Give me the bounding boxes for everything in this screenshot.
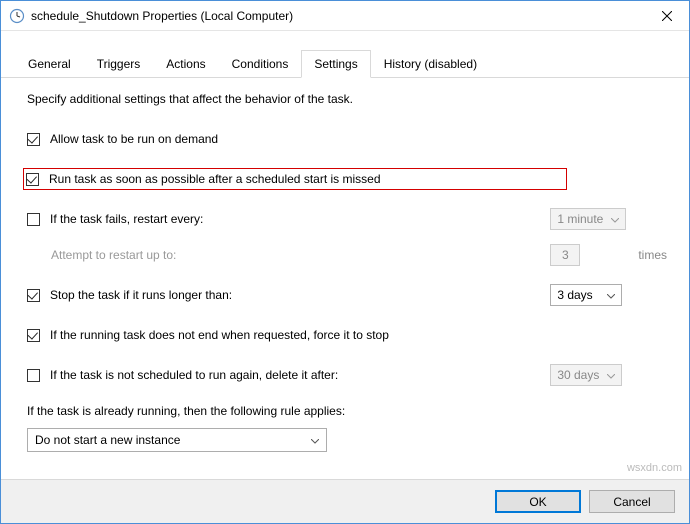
allow-on-demand-label: Allow task to be run on demand <box>50 132 218 146</box>
chevron-down-icon <box>607 288 615 302</box>
stop-duration-combo[interactable]: 3 days <box>550 284 622 306</box>
rule-label: If the task is already running, then the… <box>27 404 667 418</box>
checkbox-icon <box>27 213 40 226</box>
attempt-suffix: times <box>638 248 667 262</box>
attempt-label: Attempt to restart up to: <box>51 248 176 262</box>
stop-if-longer-checkbox[interactable]: Stop the task if it runs longer than: <box>27 288 232 302</box>
window-title: schedule_Shutdown Properties (Local Comp… <box>31 9 645 23</box>
checkbox-icon <box>27 133 40 146</box>
delete-after-combo: 30 days <box>550 364 622 386</box>
restart-if-fail-label: If the task fails, restart every: <box>50 212 203 226</box>
restart-interval-combo: 1 minute <box>550 208 626 230</box>
tab-conditions[interactable]: Conditions <box>219 50 302 78</box>
task-icon <box>9 8 25 24</box>
tab-triggers[interactable]: Triggers <box>84 50 154 78</box>
dialog-footer: OK Cancel <box>1 479 689 523</box>
checkbox-icon <box>27 369 40 382</box>
close-button[interactable] <box>645 1 689 31</box>
properties-dialog: schedule_Shutdown Properties (Local Comp… <box>0 0 690 524</box>
rule-combo[interactable]: Do not start a new instance <box>27 428 327 452</box>
delete-after-label: If the task is not scheduled to run agai… <box>50 368 338 382</box>
stop-if-longer-label: Stop the task if it runs longer than: <box>50 288 232 302</box>
restart-if-fail-checkbox[interactable]: If the task fails, restart every: <box>27 212 203 226</box>
cancel-button[interactable]: Cancel <box>589 490 675 513</box>
checkbox-icon <box>26 173 39 186</box>
intro-text: Specify additional settings that affect … <box>27 92 667 106</box>
settings-panel: Specify additional settings that affect … <box>1 78 689 479</box>
checkbox-icon <box>27 289 40 302</box>
run-missed-checkbox[interactable]: Run task as soon as possible after a sch… <box>26 172 381 186</box>
attempt-count-input: 3 <box>550 244 580 266</box>
checkbox-icon <box>27 329 40 342</box>
run-missed-label: Run task as soon as possible after a sch… <box>49 172 381 186</box>
chevron-down-icon <box>607 368 615 382</box>
tab-history[interactable]: History (disabled) <box>371 50 490 78</box>
chevron-down-icon <box>611 212 619 226</box>
tab-general[interactable]: General <box>15 50 84 78</box>
chevron-down-icon <box>311 433 319 447</box>
force-stop-checkbox[interactable]: If the running task does not end when re… <box>27 328 389 342</box>
tab-actions[interactable]: Actions <box>153 50 218 78</box>
force-stop-label: If the running task does not end when re… <box>50 328 389 342</box>
ok-button[interactable]: OK <box>495 490 581 513</box>
tab-settings[interactable]: Settings <box>301 50 370 78</box>
allow-on-demand-checkbox[interactable]: Allow task to be run on demand <box>27 132 218 146</box>
titlebar: schedule_Shutdown Properties (Local Comp… <box>1 1 689 31</box>
delete-after-checkbox[interactable]: If the task is not scheduled to run agai… <box>27 368 338 382</box>
watermark: wsxdn.com <box>627 462 682 474</box>
tabstrip: General Triggers Actions Conditions Sett… <box>1 31 689 78</box>
